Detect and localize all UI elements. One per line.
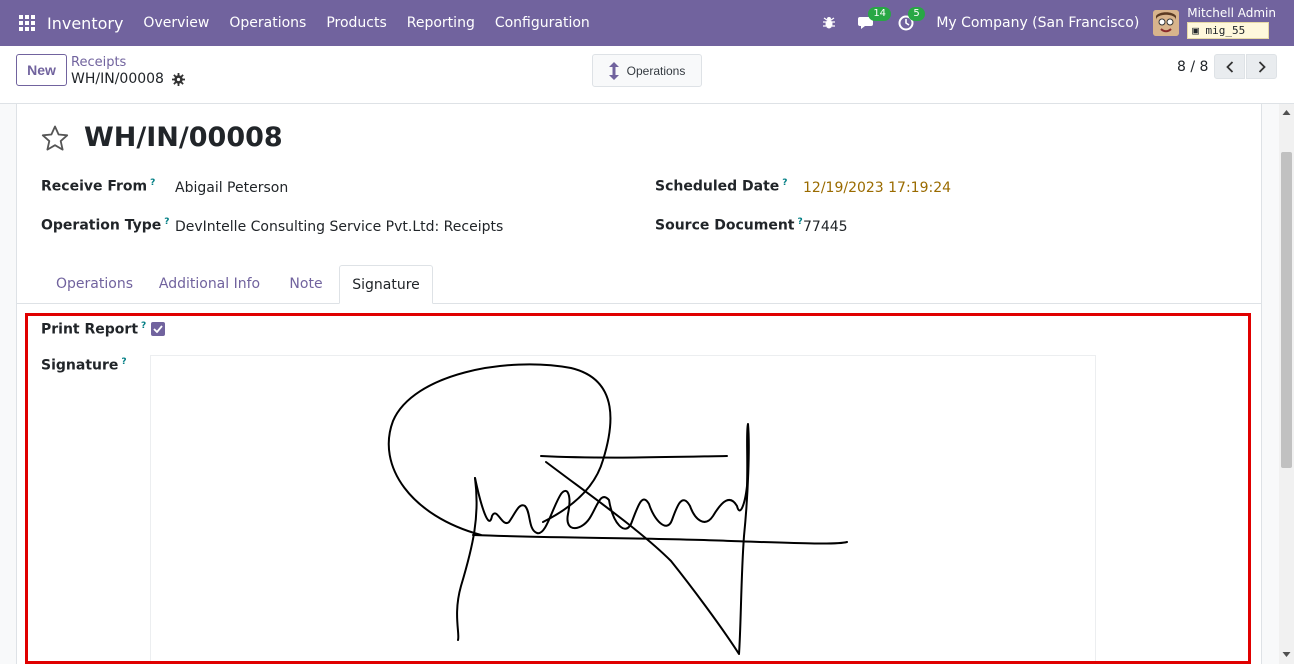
menu-operations[interactable]: Operations (229, 15, 306, 31)
debug-bug-icon[interactable] (822, 16, 836, 30)
new-button[interactable]: New (16, 54, 67, 86)
up-down-arrow-icon (608, 61, 619, 80)
source-document-field[interactable]: 77445 (803, 219, 848, 235)
menu-products[interactable]: Products (326, 15, 386, 31)
menu-reporting[interactable]: Reporting (407, 15, 475, 31)
notebook-tabs: Operations Additional Info Note Signatur… (17, 265, 1261, 304)
source-document-label-text: Source Document (655, 217, 795, 234)
chevron-left-icon (1225, 60, 1233, 73)
company-switcher[interactable]: My Company (San Francisco) (936, 15, 1139, 31)
help-tooltip-icon[interactable]: ? (782, 178, 787, 188)
pager-previous-button[interactable] (1214, 54, 1245, 79)
help-tooltip-icon[interactable]: ? (150, 178, 155, 188)
database-tag: ▣ mig_55 (1187, 22, 1270, 39)
menu-configuration[interactable]: Configuration (495, 15, 590, 31)
breadcrumb-receipts[interactable]: Receipts (71, 55, 126, 70)
receive-from-field[interactable]: Abigail Peterson (175, 180, 288, 196)
breadcrumb-current-label: WH/IN/00008 (71, 71, 164, 87)
messages-chat-icon[interactable]: 14 (858, 7, 892, 31)
gear-icon[interactable] (171, 72, 185, 86)
user-menu[interactable]: Mitchell Admin ▣ mig_55 (1187, 7, 1276, 39)
scheduled-date-label: Scheduled Date? (655, 178, 788, 195)
operation-type-label: Operation Type? (41, 217, 170, 234)
apps-menu-icon[interactable] (19, 15, 35, 31)
scheduled-date-label-text: Scheduled Date (655, 178, 780, 195)
star-favorite-icon[interactable] (41, 125, 69, 156)
receive-from-label: Receive From? (41, 178, 155, 195)
pager-value[interactable]: 8 / 8 (1177, 59, 1208, 75)
tab-operations[interactable]: Operations (47, 265, 142, 304)
messages-count-badge: 14 (868, 7, 892, 21)
operations-smart-button-label: Operations (626, 63, 686, 78)
help-tooltip-icon[interactable]: ? (164, 217, 169, 227)
user-name: Mitchell Admin (1187, 6, 1276, 20)
help-tooltip-icon[interactable]: ? (798, 217, 803, 227)
pager-next-button[interactable] (1246, 54, 1277, 79)
activities-count-badge: 5 (908, 7, 925, 21)
database-name: mig_55 (1205, 24, 1246, 37)
scroll-up-arrow-icon[interactable] (1282, 108, 1291, 117)
breadcrumb-current: WH/IN/00008 (71, 71, 185, 87)
receive-from-label-text: Receive From (41, 178, 148, 195)
operations-smart-button[interactable]: Operations (592, 54, 702, 87)
highlight-box (25, 313, 1251, 664)
operation-type-label-text: Operation Type (41, 217, 162, 234)
database-icon: ▣ (1192, 24, 1199, 37)
scrollbar-thumb[interactable] (1281, 152, 1292, 468)
activities-clock-icon[interactable]: 5 (898, 7, 925, 31)
scroll-down-arrow-icon[interactable] (1282, 650, 1291, 659)
source-document-label: Source Document? (655, 217, 803, 234)
tab-additional-info[interactable]: Additional Info (149, 265, 270, 304)
tab-signature[interactable]: Signature (339, 265, 433, 304)
scheduled-date-field[interactable]: 12/19/2023 17:19:24 (803, 180, 951, 196)
record-title: WH/IN/00008 (84, 122, 283, 153)
tab-note[interactable]: Note (275, 265, 337, 304)
control-panel: New Receipts WH/IN/00008 Operations 8 / … (0, 46, 1294, 104)
user-avatar[interactable] (1153, 10, 1180, 36)
chevron-right-icon (1258, 60, 1266, 73)
top-navbar: Inventory Overview Operations Products R… (0, 0, 1294, 46)
app-name[interactable]: Inventory (47, 14, 123, 33)
operation-type-field[interactable]: DevIntelle Consulting Service Pvt.Ltd: R… (175, 219, 503, 235)
vertical-scrollbar[interactable] (1279, 104, 1294, 664)
menu-overview[interactable]: Overview (143, 15, 209, 31)
